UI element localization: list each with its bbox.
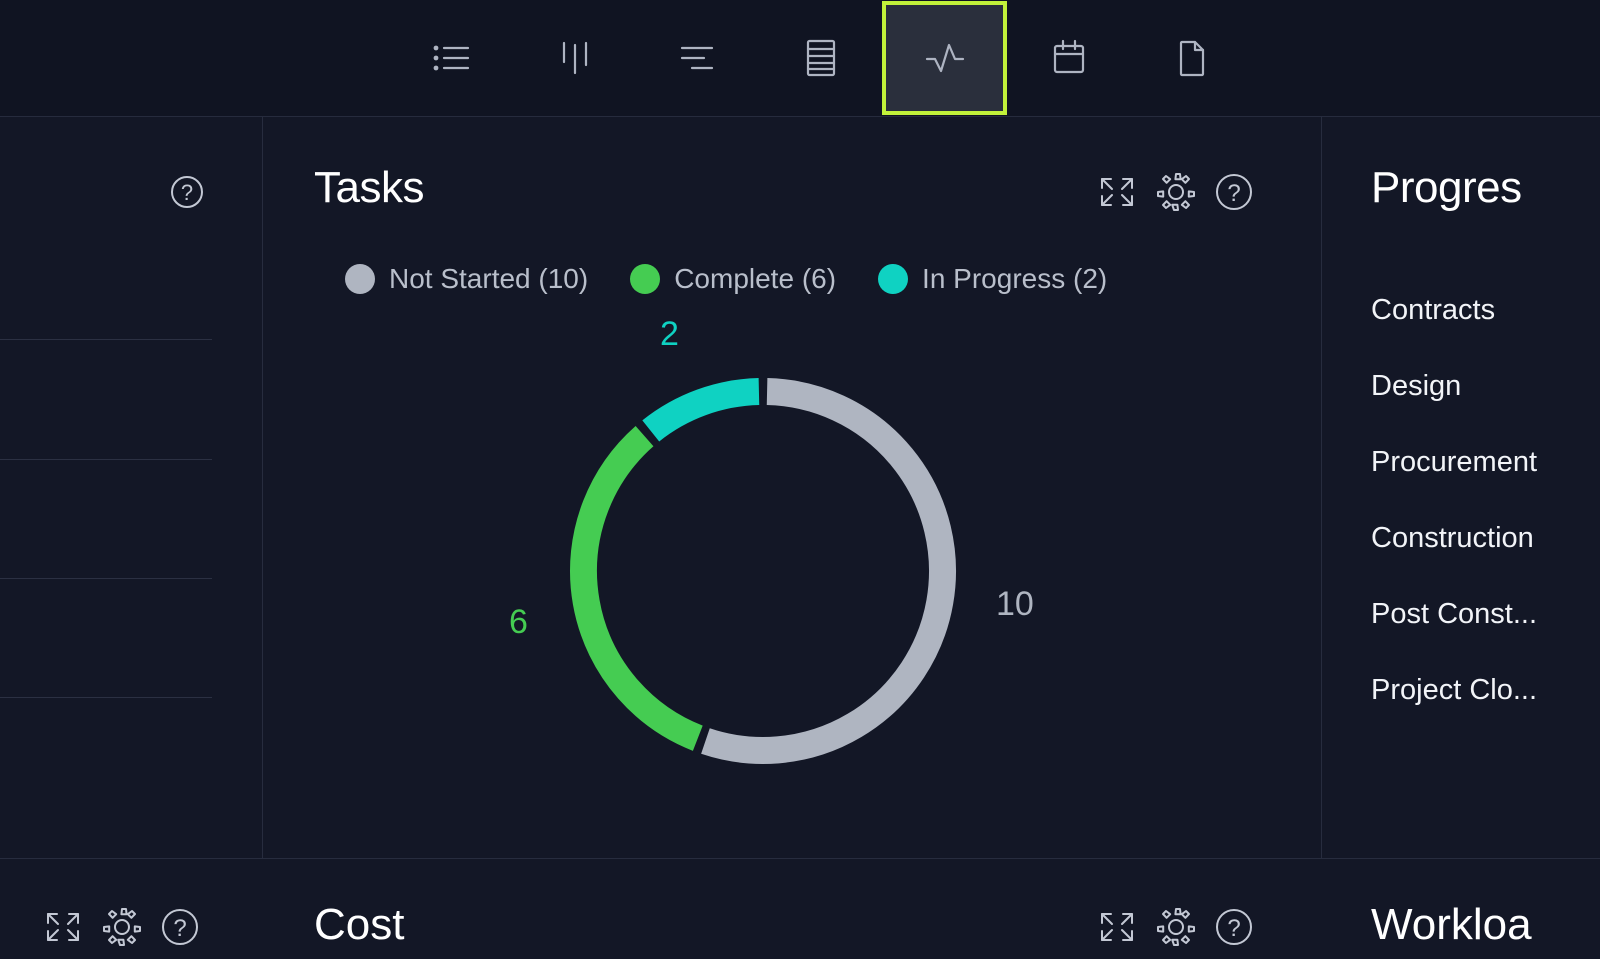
list-item[interactable]: Construction <box>1371 516 1537 592</box>
expand-icon[interactable] <box>40 905 86 954</box>
panel-divider-left <box>262 117 263 859</box>
panel-divider-bottom <box>0 858 1600 859</box>
tasks-donut-chart <box>560 368 966 774</box>
donut-segment-complete[interactable] <box>584 436 698 738</box>
help-icon[interactable]: ? <box>1212 905 1256 954</box>
toolbar-item-calendar-view[interactable] <box>1007 0 1130 116</box>
donut-label-not-started: 10 <box>996 585 1034 624</box>
bulleted-list-icon <box>430 38 474 78</box>
gantt-bars-icon <box>558 38 592 78</box>
toolbar-item-list-view[interactable] <box>390 0 513 116</box>
toolbar-item-sort-view[interactable] <box>636 0 759 116</box>
tasks-panel-actions: ? <box>1094 170 1256 219</box>
expand-icon[interactable] <box>1094 170 1140 219</box>
chart-legend: Not Started (10) Complete (6) In Progres… <box>345 263 1149 295</box>
toolbar-item-document-view[interactable] <box>1130 0 1253 116</box>
progress-stage-list: Contracts Design Procurement Constructio… <box>1371 288 1537 744</box>
gear-icon[interactable] <box>1154 905 1198 954</box>
list-item[interactable]: Design <box>1371 364 1537 440</box>
left-bottom-panel-actions: ? <box>40 905 202 954</box>
dashboard-page: ? Tasks <box>0 0 1600 959</box>
page-title: Tasks <box>314 163 424 213</box>
legend-swatch <box>630 264 660 294</box>
left-list-row-divider <box>0 459 212 460</box>
donut-label-in-progress: 2 <box>660 315 679 354</box>
donut-label-complete: 6 <box>509 603 528 642</box>
list-item[interactable]: Contracts <box>1371 288 1537 364</box>
list-item[interactable]: Procurement <box>1371 440 1537 516</box>
legend-item-not-started[interactable]: Not Started (10) <box>345 263 588 295</box>
legend-swatch <box>345 264 375 294</box>
document-icon <box>1175 37 1209 79</box>
left-list-row-divider <box>0 578 212 579</box>
calendar-icon <box>1050 37 1088 79</box>
donut-segment-not-started[interactable] <box>705 392 942 751</box>
help-icon[interactable]: ? <box>168 173 206 216</box>
legend-label: Complete (6) <box>674 263 836 295</box>
left-list-row-divider <box>0 339 212 340</box>
progress-panel-title: Progres <box>1371 163 1522 213</box>
legend-item-in-progress[interactable]: In Progress (2) <box>878 263 1107 295</box>
svg-text:?: ? <box>1227 915 1240 942</box>
table-grid-icon <box>804 37 838 79</box>
sort-lines-icon <box>678 38 718 78</box>
legend-label: Not Started (10) <box>389 263 588 295</box>
legend-item-complete[interactable]: Complete (6) <box>630 263 836 295</box>
gear-icon[interactable] <box>100 905 144 954</box>
legend-label: In Progress (2) <box>922 263 1107 295</box>
legend-swatch <box>878 264 908 294</box>
left-panel-help-button[interactable]: ? <box>168 173 206 216</box>
svg-text:?: ? <box>173 915 186 942</box>
list-item[interactable]: Project Clo... <box>1371 668 1537 744</box>
donut-segment-in-progress[interactable] <box>651 392 759 431</box>
list-item[interactable]: Post Const... <box>1371 592 1537 668</box>
svg-text:?: ? <box>181 180 193 205</box>
help-icon[interactable]: ? <box>158 905 202 954</box>
cost-panel-actions: ? <box>1094 905 1256 954</box>
cost-panel-title: Cost <box>314 900 404 950</box>
help-icon[interactable]: ? <box>1212 170 1256 219</box>
toolbar-item-gantt-view[interactable] <box>513 0 636 116</box>
left-list-row-divider <box>0 697 212 698</box>
expand-icon[interactable] <box>1094 905 1140 954</box>
gear-icon[interactable] <box>1154 170 1198 219</box>
workload-panel-title: Workloa <box>1371 900 1532 950</box>
svg-text:?: ? <box>1227 180 1240 207</box>
pulse-icon <box>922 37 968 79</box>
panel-divider-right <box>1321 117 1322 859</box>
toolbar-item-dashboard-view[interactable] <box>882 1 1007 115</box>
view-toolbar <box>0 0 1600 117</box>
toolbar-item-table-view[interactable] <box>759 0 882 116</box>
